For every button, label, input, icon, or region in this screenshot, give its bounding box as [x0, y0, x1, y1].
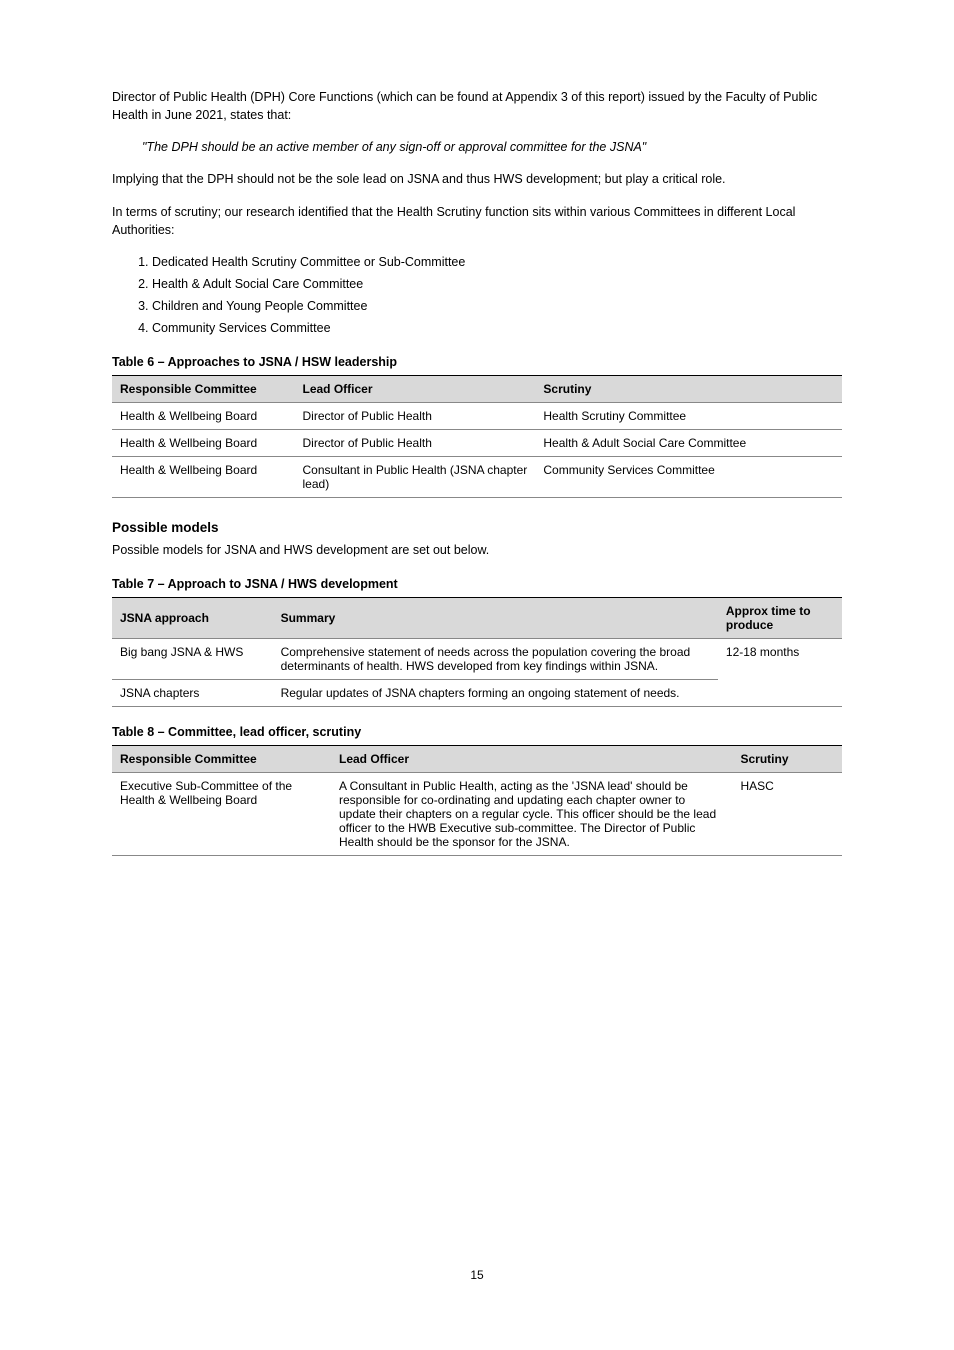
table8-title: Table 8 – Committee, lead officer, scrut… [112, 725, 842, 739]
table-row: Health & Wellbeing Board Director of Pub… [112, 403, 842, 430]
list-item: Children and Young People Committee [152, 297, 842, 315]
table-6: Responsible Committee Lead Officer Scrut… [112, 375, 842, 498]
table-8: Responsible Committee Lead Officer Scrut… [112, 745, 842, 856]
table-row: Health & Wellbeing Board Consultant in P… [112, 457, 842, 498]
table-header: Approx time to produce [718, 598, 842, 639]
table-cell: A Consultant in Public Health, acting as… [331, 773, 733, 856]
para-scrutiny-intro: In terms of scrutiny; our research ident… [112, 203, 842, 239]
section-possible-models-intro: Possible models for JSNA and HWS develop… [112, 541, 842, 559]
table-cell: Health & Wellbeing Board [112, 403, 295, 430]
table-cell: Community Services Committee [535, 457, 842, 498]
table-cell: JSNA chapters [112, 680, 273, 707]
table-cell: Executive Sub-Committee of the Health & … [112, 773, 331, 856]
table-cell: Director of Public Health [295, 403, 536, 430]
table-cell: Big bang JSNA & HWS [112, 639, 273, 680]
list-item: Community Services Committee [152, 319, 842, 337]
table-cell: Health & Wellbeing Board [112, 430, 295, 457]
table-cell: Health Scrutiny Committee [535, 403, 842, 430]
table-header: Scrutiny [535, 376, 842, 403]
table-cell: Comprehensive statement of needs across … [273, 639, 718, 680]
blockquote-dph: "The DPH should be an active member of a… [142, 138, 842, 156]
table-header: Responsible Committee [112, 746, 331, 773]
table-row: Health & Wellbeing Board Director of Pub… [112, 430, 842, 457]
table7-title: Table 7 – Approach to JSNA / HWS develop… [112, 577, 842, 591]
table6-title: Table 6 – Approaches to JSNA / HSW leade… [112, 355, 842, 369]
section-possible-models-title: Possible models [112, 520, 842, 535]
page-number: 15 [0, 1268, 954, 1282]
table-header: Lead Officer [331, 746, 733, 773]
table-cell: Director of Public Health [295, 430, 536, 457]
table-header: Lead Officer [295, 376, 536, 403]
table-cell: Regular updates of JSNA chapters forming… [273, 680, 718, 707]
table-7: JSNA approach Summary Approx time to pro… [112, 597, 842, 707]
list-item: Dedicated Health Scrutiny Committee or S… [152, 253, 842, 271]
table-row: Big bang JSNA & HWS Comprehensive statem… [112, 639, 842, 680]
scrutiny-list: Dedicated Health Scrutiny Committee or S… [152, 253, 842, 338]
para-dph-intro: Director of Public Health (DPH) Core Fun… [112, 88, 842, 124]
table-header: JSNA approach [112, 598, 273, 639]
table-header: Summary [273, 598, 718, 639]
table-cell: Health & Adult Social Care Committee [535, 430, 842, 457]
table-cell: Consultant in Public Health (JSNA chapte… [295, 457, 536, 498]
table-row: Executive Sub-Committee of the Health & … [112, 773, 842, 856]
list-item: Health & Adult Social Care Committee [152, 275, 842, 293]
table-cell: Health & Wellbeing Board [112, 457, 295, 498]
table-cell: 12-18 months [718, 639, 842, 707]
table-header: Responsible Committee [112, 376, 295, 403]
table-cell: HASC [733, 773, 843, 856]
para-implying: Implying that the DPH should not be the … [112, 170, 842, 188]
table-header: Scrutiny [733, 746, 843, 773]
